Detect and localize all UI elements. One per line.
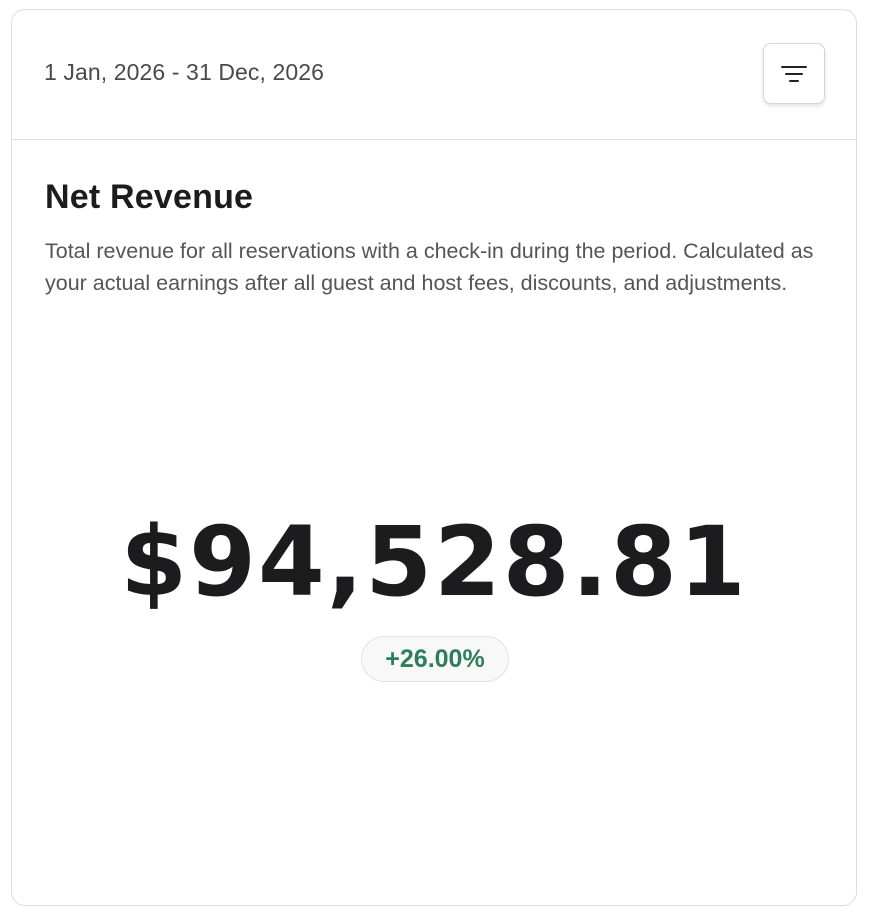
metric-title: Net Revenue [45, 178, 254, 216]
card-header: 1 Jan, 2026 - 31 Dec, 2026 [12, 10, 856, 140]
change-badge: +26.00% [361, 636, 509, 682]
net-revenue-value: $94,528.81 [120, 506, 748, 618]
metric-description: Total revenue for all reservations with … [45, 239, 814, 295]
filter-lines-icon [781, 64, 807, 84]
net-revenue-card: 1 Jan, 2026 - 31 Dec, 2026 Net Revenue T… [11, 9, 857, 906]
date-range-label: 1 Jan, 2026 - 31 Dec, 2026 [44, 59, 325, 85]
filter-button[interactable] [763, 43, 825, 104]
